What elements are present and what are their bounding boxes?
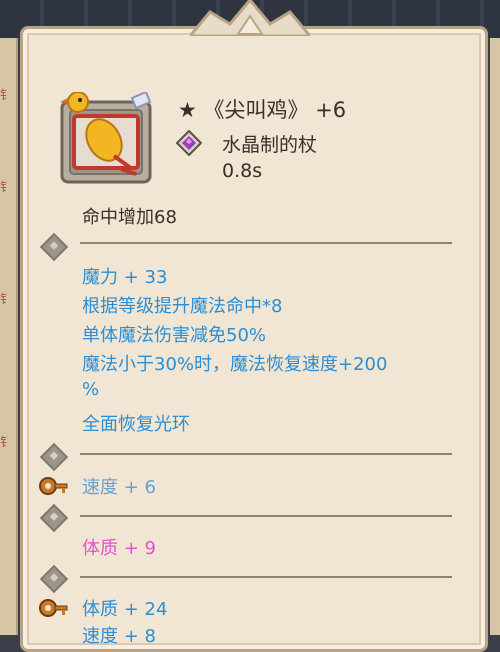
crystal-icon — [176, 130, 202, 156]
bronze-key-icon — [39, 477, 68, 495]
attr-magic: 魔力 + 33 — [82, 267, 168, 288]
socket-speed-partial: 速度 + 8 — [82, 626, 156, 647]
background-right-edge — [490, 38, 500, 635]
socket-constitution: 体质 + 9 — [82, 538, 156, 559]
attr-mana-regen-percent: % — [82, 379, 100, 400]
attr-aura: 全面恢复光环 — [82, 414, 190, 435]
divider — [80, 453, 452, 455]
socket-constitution-2: 体质 + 24 — [82, 599, 168, 620]
divider — [80, 242, 452, 244]
attr-damage-reduction: 单体魔法伤害减免50% — [82, 325, 267, 346]
rubber-chicken-icon — [60, 92, 152, 184]
attack-speed: 0.8s — [222, 160, 263, 182]
background-panel-edge: 钅 钅 钅 钅 — [0, 38, 18, 635]
divider — [80, 515, 452, 517]
item-title: ★ 《尖叫鸡》 +6 — [178, 98, 347, 122]
divider — [80, 576, 452, 578]
bronze-key-icon — [39, 599, 68, 617]
socket-speed: 速度 + 6 — [82, 477, 156, 498]
attr-magic-hit: 根据等级提升魔法命中*8 — [82, 296, 283, 317]
attr-mana-regen: 魔法小于30%时，魔法恢复速度+200 — [82, 354, 388, 375]
hit-bonus: 命中增加68 — [82, 207, 177, 228]
panel-crest-ornament — [190, 0, 310, 36]
item-type: 水晶制的杖 — [222, 134, 318, 156]
